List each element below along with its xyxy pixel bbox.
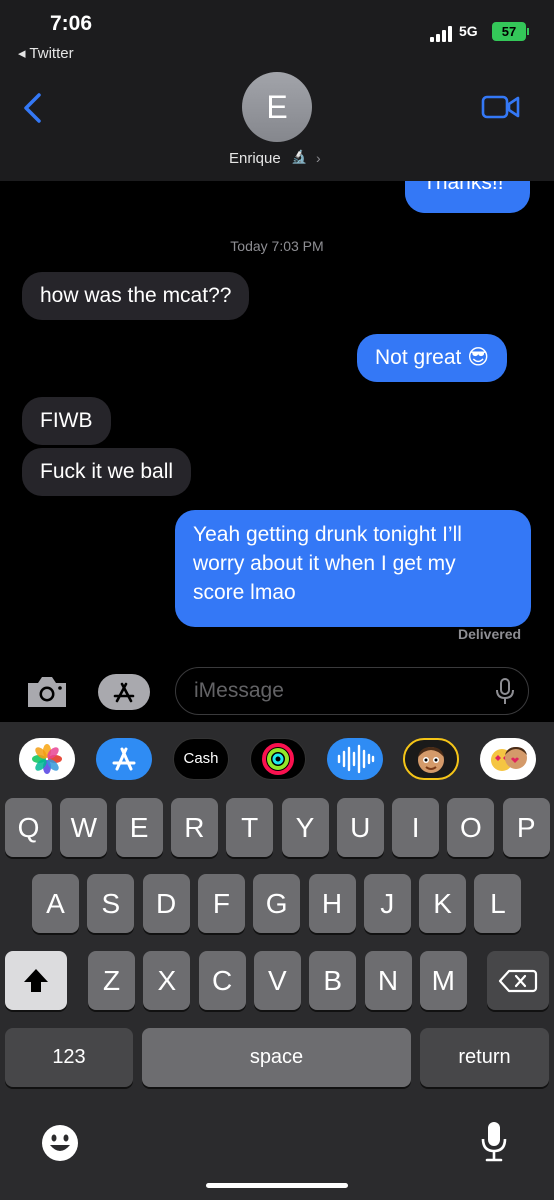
- back-icon[interactable]: [22, 93, 44, 123]
- space-key[interactable]: space: [142, 1028, 411, 1087]
- contact-details-chevron-icon[interactable]: ›: [316, 150, 321, 166]
- received-message[interactable]: FIWB: [22, 397, 111, 445]
- contact-name-label[interactable]: Enrique: [229, 150, 281, 167]
- battery-tip: [527, 28, 529, 35]
- message-text-line: Yeah getting drunk tonight I’ll: [193, 523, 462, 546]
- key-e[interactable]: E: [115, 798, 163, 857]
- key-x[interactable]: X: [143, 951, 191, 1010]
- shift-arrow-icon: [24, 969, 48, 992]
- key-f[interactable]: F: [197, 874, 245, 933]
- delivery-status: Delivered: [458, 626, 522, 642]
- message-text-line: score lmao: [193, 581, 296, 604]
- photos-icon: [32, 744, 62, 774]
- key-s[interactable]: S: [87, 874, 135, 933]
- photos-app-button[interactable]: [19, 738, 75, 780]
- cellular-signal-icon: [430, 26, 452, 42]
- sent-message-partial-visible[interactable]: Thanks!!: [405, 181, 530, 213]
- message-text: Not great 😎: [375, 346, 490, 369]
- message-timestamp: Today 7:03 PM: [230, 238, 324, 254]
- key-r[interactable]: R: [170, 798, 218, 857]
- dictation-icon[interactable]: [480, 1120, 508, 1164]
- app-store-app-button[interactable]: [96, 738, 152, 780]
- memoji-app-button[interactable]: [403, 738, 459, 780]
- activity-rings-icon: [262, 743, 294, 775]
- delete-key[interactable]: [487, 951, 549, 1010]
- key-z[interactable]: Z: [88, 951, 135, 1010]
- key-y[interactable]: Y: [281, 798, 329, 857]
- home-indicator[interactable]: [206, 1183, 348, 1188]
- memoji-icon: [418, 747, 444, 773]
- network-label: 5G: [459, 23, 478, 39]
- emoji-keyboard-icon[interactable]: [40, 1123, 80, 1163]
- return-key[interactable]: return: [420, 1028, 549, 1087]
- key-v[interactable]: V: [253, 951, 301, 1010]
- status-time-display: 7:06: [50, 12, 93, 35]
- dictation-mic-icon[interactable]: [494, 678, 516, 706]
- key-c[interactable]: C: [198, 951, 246, 1010]
- apple-cash-app-button[interactable]: Cash: [173, 738, 229, 780]
- shift-key[interactable]: [5, 951, 67, 1010]
- app-store-strip-icon: [112, 747, 136, 771]
- key-p[interactable]: P: [502, 798, 550, 857]
- key-j[interactable]: J: [363, 874, 411, 933]
- key-n[interactable]: N: [364, 951, 412, 1010]
- key-m[interactable]: M: [419, 951, 467, 1010]
- sent-message[interactable]: Not great 😎: [357, 334, 508, 382]
- key-t[interactable]: T: [226, 798, 274, 857]
- key-q[interactable]: Q: [5, 798, 52, 857]
- message-text: Fuck it we ball: [40, 460, 174, 483]
- key-h[interactable]: H: [308, 874, 356, 933]
- key-k[interactable]: K: [419, 874, 467, 933]
- avatar-initial[interactable]: E: [242, 72, 312, 142]
- numbers-key[interactable]: 123: [5, 1028, 133, 1087]
- back-to-app-label[interactable]: ◂ Twitter: [18, 44, 74, 62]
- memoji-stickers-icon: [491, 747, 527, 771]
- cash-label: Cash: [183, 750, 219, 767]
- activity-app-button[interactable]: [250, 738, 306, 780]
- waveform-icon: [337, 744, 375, 774]
- key-b[interactable]: B: [309, 951, 357, 1010]
- key-w[interactable]: W: [60, 798, 108, 857]
- message-text: FIWB: [40, 409, 93, 432]
- received-message[interactable]: how was the mcat??: [22, 272, 250, 320]
- received-message[interactable]: Fuck it we ball: [22, 448, 192, 496]
- partial-message-text: Thanks!!: [423, 181, 504, 194]
- contact-emoji: 🔬: [291, 149, 308, 164]
- message-text-line: worry about it when I get my: [193, 552, 456, 575]
- backspace-icon: [498, 969, 538, 993]
- message-input-placeholder: iMessage: [194, 679, 284, 702]
- key-u[interactable]: U: [336, 798, 384, 857]
- key-o[interactable]: O: [447, 798, 495, 857]
- key-g[interactable]: G: [253, 874, 301, 933]
- sent-message[interactable]: Yeah getting drunk tonight I’ll worry ab…: [175, 510, 531, 627]
- key-a[interactable]: A: [32, 874, 79, 933]
- message-text: how was the mcat??: [40, 284, 232, 307]
- apps-button[interactable]: [98, 674, 150, 710]
- camera-icon[interactable]: [24, 674, 70, 710]
- facetime-video-icon[interactable]: [481, 94, 521, 120]
- key-d[interactable]: D: [142, 874, 190, 933]
- audio-message-app-button[interactable]: [327, 738, 383, 780]
- key-l[interactable]: L: [474, 874, 522, 933]
- memoji-stickers-app-button[interactable]: [480, 738, 536, 780]
- battery-level: 57: [492, 22, 526, 41]
- key-i[interactable]: I: [392, 798, 440, 857]
- app-store-icon: [113, 682, 135, 703]
